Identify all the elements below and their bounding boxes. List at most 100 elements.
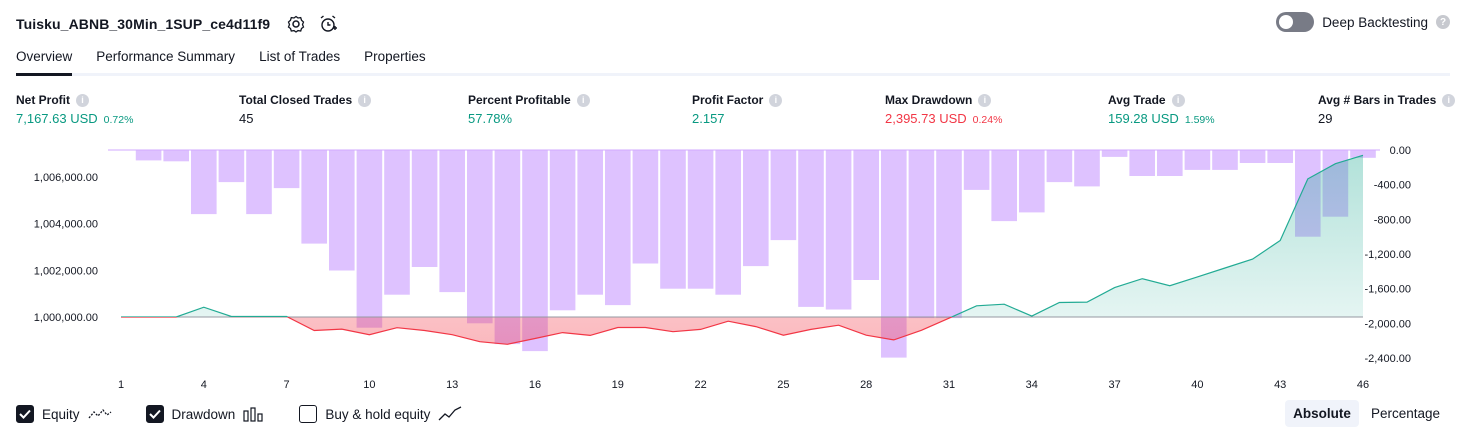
drawdown-bar[interactable]	[108, 150, 134, 151]
legend-drawdown[interactable]: Drawdown	[145, 405, 266, 423]
legend-equity[interactable]: Equity	[16, 405, 112, 423]
drawdown-bar[interactable]	[1129, 150, 1155, 176]
tab-properties[interactable]: Properties	[364, 44, 426, 73]
drawdown-bar[interactable]	[494, 150, 521, 345]
right-axis-tick: -1,600.00	[1365, 284, 1411, 296]
stat-percent: 0.24%	[972, 114, 1003, 126]
info-icon[interactable]: i	[978, 93, 992, 107]
x-axis-tick: 34	[1026, 379, 1038, 391]
drawdown-bar[interactable]	[1157, 150, 1183, 176]
x-axis-tick: 13	[446, 379, 458, 391]
drawdown-bar[interactable]	[439, 150, 465, 293]
tab-list-of-trades[interactable]: List of Trades	[259, 44, 340, 73]
settings-icon[interactable]	[286, 14, 306, 34]
x-axis-tick: 16	[529, 379, 541, 391]
stat-total-closed-trades: Total Closed Trades i 45	[239, 93, 372, 126]
drawdown-bar[interactable]	[1212, 150, 1238, 170]
drawdown-bar[interactable]	[825, 150, 852, 310]
drawdown-bar[interactable]	[273, 150, 300, 189]
percentage-button[interactable]: Percentage	[1363, 400, 1448, 427]
drawdown-bar[interactable]	[632, 150, 659, 264]
drawdown-bar[interactable]	[246, 150, 272, 215]
drawdown-bar[interactable]	[1267, 150, 1293, 163]
drawdown-bar[interactable]	[1101, 150, 1128, 157]
absolute-button[interactable]: Absolute	[1285, 400, 1359, 427]
legend-label: Buy & hold equity	[325, 406, 431, 422]
drawdown-bar[interactable]	[798, 150, 824, 307]
deep-backtesting-toggle[interactable]	[1276, 12, 1315, 32]
equity-drawdown-chart[interactable]: 1,006,000.00 1,004,000.00 1,002,000.00 1,00…	[0, 138, 1466, 394]
drawdown-bar[interactable]	[301, 150, 327, 244]
legend-buy-hold[interactable]: Buy & hold equity	[299, 405, 462, 423]
info-icon[interactable]: i	[1171, 93, 1185, 107]
drawdown-bar[interactable]	[605, 150, 631, 306]
drawdown-bar[interactable]	[411, 150, 438, 267]
drawdown-bar[interactable]	[991, 150, 1017, 222]
stat-max-drawdown: Max Drawdown i 2,395.73 USD 0.24%	[885, 93, 1002, 126]
drawdown-checkbox[interactable]	[145, 405, 164, 423]
x-axis-tick: 43	[1274, 379, 1286, 391]
tab-bar: Overview Performance Summary List of Tra…	[16, 44, 1450, 76]
drawdown-bar[interactable]	[853, 150, 879, 280]
x-axis-tick: 28	[860, 379, 872, 391]
stat-label: Profit Factor	[692, 93, 764, 107]
drawdown-bar[interactable]	[963, 150, 990, 190]
stat-value: 45	[239, 111, 254, 126]
drawdown-bar[interactable]	[384, 150, 410, 295]
help-icon[interactable]: ?	[1436, 15, 1450, 29]
info-icon[interactable]: i	[76, 93, 89, 107]
drawdown-bar[interactable]	[163, 150, 189, 162]
drawdown-bar[interactable]	[936, 150, 962, 319]
buy-hold-checkbox[interactable]	[299, 405, 318, 423]
drawdown-bar[interactable]	[660, 150, 686, 289]
drawdown-bar[interactable]	[743, 150, 769, 267]
drawdown-bar[interactable]	[467, 150, 493, 324]
drawdown-bar[interactable]	[329, 150, 355, 271]
drawdown-bar[interactable]	[1239, 150, 1266, 163]
stat-avg-trade: Avg Trade i 159.28 USD 1.59%	[1108, 93, 1215, 126]
stat-profit-factor: Profit Factor i 2.157	[692, 93, 783, 126]
deep-backtesting-label: Deep Backtesting	[1322, 14, 1428, 30]
drawdown-bars	[108, 149, 1380, 358]
x-axis-tick: 10	[363, 379, 375, 391]
toggle-knob	[1279, 15, 1294, 29]
strategy-header: Tuisku_ABNB_30Min_1SUP_ce4d11f9 Deep Bac…	[16, 10, 1450, 38]
x-axis: 1 4 7 10 13 16 19 22 25 28 31 34 37 40 43 46	[118, 379, 1369, 391]
info-icon[interactable]: i	[769, 93, 783, 107]
right-axis-tick: -400.00	[1374, 180, 1411, 192]
tab-overview[interactable]: Overview	[16, 44, 73, 76]
drawdown-bar[interactable]	[218, 150, 245, 183]
stat-percent-profitable: Percent Profitable i 57.78%	[468, 93, 590, 126]
drawdown-bar[interactable]	[770, 150, 797, 241]
stat-net-profit: Net Profit i 7,167.63 USD 0.72%	[16, 93, 133, 126]
drawdown-bar[interactable]	[715, 150, 741, 295]
left-axis-tick: 1,004,000.00	[34, 219, 98, 231]
drawdown-bar[interactable]	[191, 150, 217, 215]
drawdown-bar[interactable]	[135, 150, 162, 161]
stat-label: Net Profit	[16, 93, 70, 107]
drawdown-bar[interactable]	[1074, 150, 1100, 187]
stat-value: 159.28 USD	[1108, 111, 1179, 126]
legend-label: Drawdown	[171, 406, 236, 422]
tab-performance-summary[interactable]: Performance Summary	[96, 44, 235, 73]
info-icon[interactable]: i	[358, 93, 372, 107]
drawdown-bar[interactable]	[1184, 150, 1211, 170]
left-axis-tick: 1,002,000.00	[34, 265, 98, 277]
stats-row: Net Profit i 7,167.63 USD 0.72% Total Clos…	[0, 93, 1466, 129]
drawdown-bar[interactable]	[549, 150, 576, 311]
right-axis-tick: 0.00	[1390, 145, 1411, 157]
drawdown-bar[interactable]	[687, 150, 714, 289]
drawdown-bar[interactable]	[577, 150, 603, 295]
equity-checkbox[interactable]	[16, 405, 34, 423]
left-axis-tick: 1,006,000.00	[34, 172, 98, 184]
drawdown-bar[interactable]	[356, 150, 383, 328]
info-icon[interactable]: i	[1442, 93, 1456, 107]
add-alert-icon[interactable]	[318, 14, 338, 34]
stat-label: Avg # Bars in Trades	[1318, 93, 1437, 107]
drawdown-bar[interactable]	[1046, 150, 1073, 183]
right-axis-tick: -800.00	[1374, 214, 1411, 226]
drawdown-bar[interactable]	[1019, 150, 1045, 213]
x-axis-tick: 7	[284, 379, 290, 391]
info-icon[interactable]: i	[576, 93, 590, 107]
drawdown-bar[interactable]	[908, 150, 935, 319]
